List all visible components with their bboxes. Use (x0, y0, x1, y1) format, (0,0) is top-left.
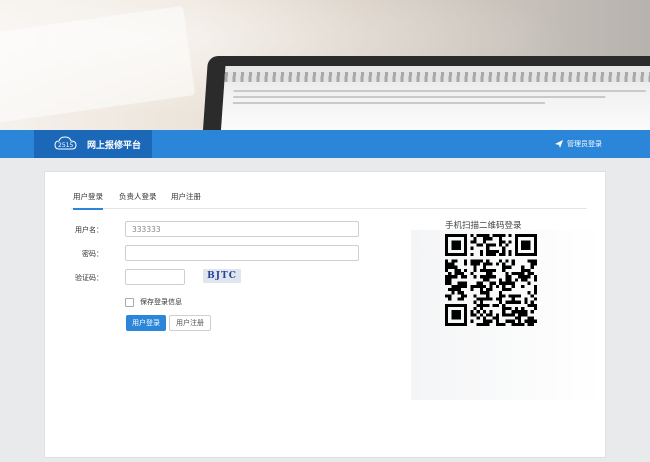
password-label: 密码： (82, 250, 103, 258)
checkbox-icon[interactable] (125, 297, 134, 307)
brand[interactable]: 2515 网上报修平台 (34, 130, 152, 158)
password-input[interactable] (125, 245, 359, 261)
hero-laptop-image (201, 56, 650, 130)
username-input[interactable] (125, 221, 359, 237)
paper-plane-icon (555, 140, 563, 148)
qr-title: 手机扫描二维码登录 (445, 221, 522, 231)
hero-line (233, 90, 646, 92)
brand-title: 网上报修平台 (87, 140, 142, 151)
hero-laptop-screen (219, 66, 650, 130)
tab-manager-login[interactable]: 负责人登录 (119, 190, 157, 208)
captcha-input[interactable] (125, 269, 185, 285)
remember-login-label: 保存登录信息 (140, 298, 182, 306)
tab-user-login[interactable]: 用户登录 (73, 190, 103, 210)
qr-code-icon (445, 234, 537, 326)
register-button[interactable]: 用户注册 (169, 315, 211, 331)
captcha-label: 验证码： (75, 274, 103, 282)
top-navbar: 2515 网上报修平台 管理员登录 (0, 130, 650, 158)
remember-login-checkbox[interactable]: 保存登录信息 (125, 297, 182, 307)
admin-login-link[interactable]: 管理员登录 (555, 130, 602, 158)
hero-line (232, 102, 545, 104)
login-tabs: 用户登录 负责人登录 用户注册 (71, 190, 587, 210)
hero-line (233, 96, 606, 98)
admin-login-label: 管理员登录 (567, 140, 602, 148)
captcha-image[interactable]: BJTC (203, 269, 241, 283)
hero-banner (0, 0, 650, 130)
login-panel: 用户登录 负责人登录 用户注册 用户名： 密码： 验证码： BJTC 保存登录信… (44, 171, 606, 458)
qr-modules (445, 234, 537, 326)
cloud-logo-icon: 2515 (54, 135, 80, 153)
login-button[interactable]: 用户登录 (126, 315, 166, 331)
hero-toolbar (224, 72, 650, 82)
svg-text:2515: 2515 (58, 142, 73, 149)
username-label: 用户名： (75, 226, 103, 234)
tab-user-register[interactable]: 用户注册 (171, 190, 201, 208)
